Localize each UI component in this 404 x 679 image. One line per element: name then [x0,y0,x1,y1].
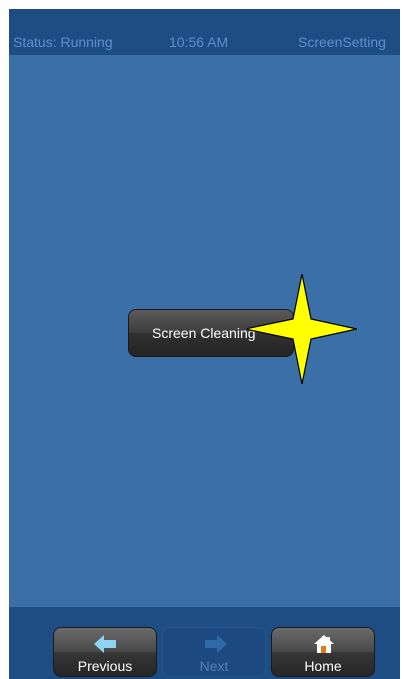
home-label: Home [304,658,342,674]
device-screen: Status: Running 10:56 AM ScreenSetting S… [9,9,400,679]
arrow-right-icon [205,635,227,653]
status-bar: Status: Running 10:56 AM ScreenSetting [9,9,400,55]
status-text: Status: Running [13,34,113,50]
star-marker-icon [247,274,357,384]
next-button[interactable]: Next [162,627,266,677]
arrow-left-icon [94,635,116,653]
home-button[interactable]: Home [271,627,375,677]
previous-button[interactable]: Previous [53,627,157,677]
screen-name: ScreenSetting [298,34,386,50]
home-icon [314,635,334,653]
previous-label: Previous [77,658,133,674]
bottom-nav-bar: Previous Next Home [9,607,400,679]
next-label: Next [199,658,229,674]
clock-time: 10:56 AM [169,34,229,50]
